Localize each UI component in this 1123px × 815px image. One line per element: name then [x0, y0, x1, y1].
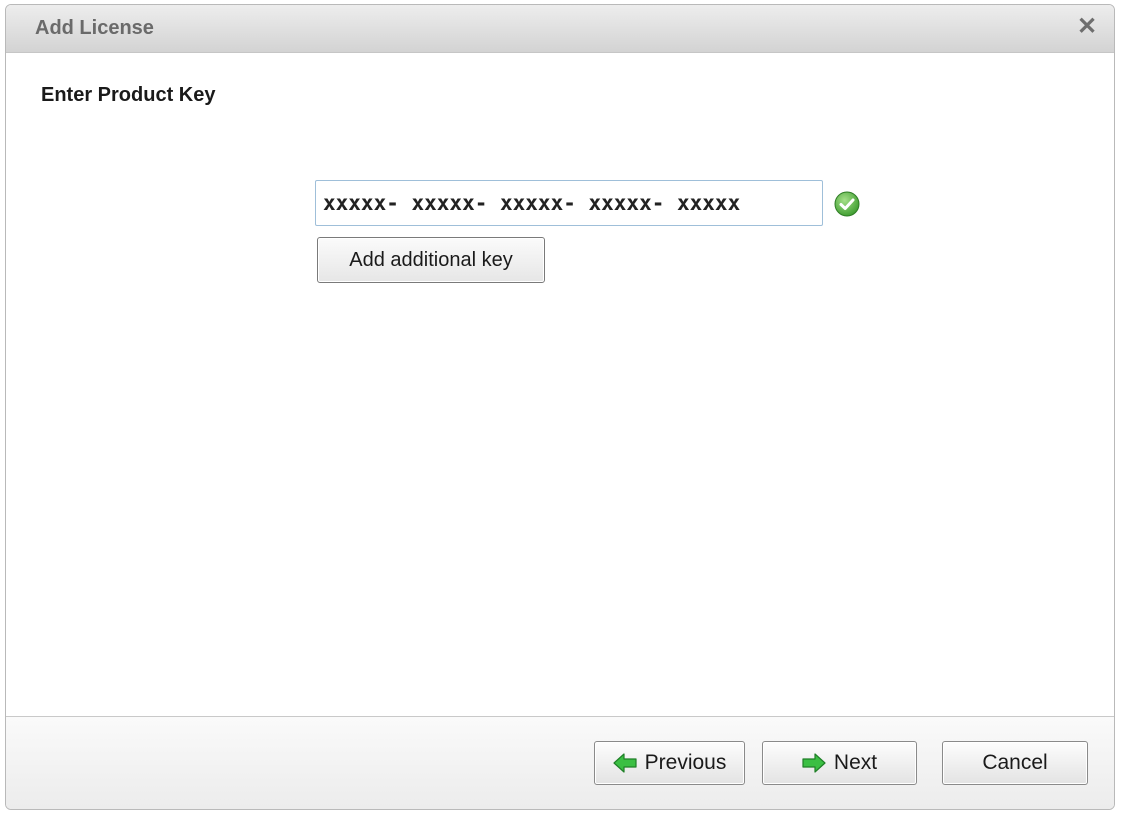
arrow-right-icon: [802, 753, 826, 773]
previous-label: Previous: [644, 751, 727, 774]
section-heading: Enter Product Key: [41, 84, 216, 106]
check-circle-icon: [834, 191, 860, 217]
close-icon[interactable]: ✕: [1074, 14, 1100, 40]
arrow-left-icon: [613, 753, 637, 773]
title-bar: Add License ✕: [6, 5, 1114, 53]
add-additional-key-button[interactable]: Add additional key: [317, 237, 545, 283]
next-button[interactable]: Next: [762, 741, 917, 785]
add-license-dialog: Add License ✕ Enter Product Key Add addi…: [5, 4, 1115, 810]
dialog-footer: Previous Next Cancel: [6, 716, 1114, 809]
dialog-title: Add License: [35, 17, 154, 39]
cancel-button[interactable]: Cancel: [942, 741, 1088, 785]
previous-button[interactable]: Previous: [594, 741, 745, 785]
product-key-input[interactable]: [315, 180, 823, 226]
next-label: Next: [833, 751, 878, 774]
